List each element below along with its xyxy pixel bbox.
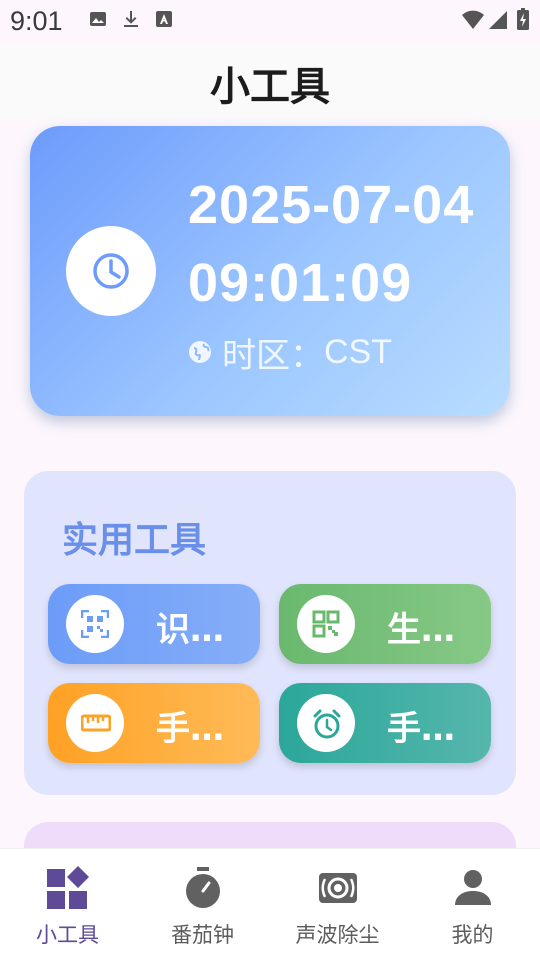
timezone-value: CST xyxy=(324,332,392,371)
tool-label: 识… xyxy=(156,610,224,650)
current-datetime: 2025-07-04 09:01:09 xyxy=(188,175,475,313)
nav-label: 我的 xyxy=(451,923,494,947)
nav-item-speaker-clean[interactable]: 声波除尘 xyxy=(270,849,405,961)
tool-label: 手… xyxy=(156,709,224,749)
clock-badge xyxy=(66,226,156,316)
nav-label: 小工具 xyxy=(36,923,99,947)
page-title: 小工具 xyxy=(210,64,330,110)
tool-label: 手… xyxy=(387,709,455,749)
tool-button-alarm[interactable]: 手… xyxy=(279,683,491,763)
tool-button-scan-qr[interactable]: 识… xyxy=(48,584,260,664)
wifi-icon xyxy=(462,10,484,29)
speaker-icon xyxy=(319,873,357,903)
qr-scan-icon xyxy=(81,610,109,638)
cellular-signal-icon xyxy=(489,11,507,29)
section-title: 实用工具 xyxy=(62,520,207,561)
tool-icon-badge xyxy=(297,694,355,752)
clock-icon xyxy=(93,253,129,289)
status-bar: 9:01 xyxy=(0,0,540,44)
nav-item-tools[interactable]: 小工具 xyxy=(0,849,135,961)
download-icon xyxy=(124,11,138,27)
person-icon xyxy=(455,870,491,905)
time-card: 2025-07-04 09:01:09 时区： CST xyxy=(30,126,510,416)
nav-label: 声波除尘 xyxy=(295,923,380,947)
widgets-icon xyxy=(47,866,89,909)
timezone-label: 时区： xyxy=(222,335,324,376)
nav-item-profile[interactable]: 我的 xyxy=(405,849,540,961)
image-icon xyxy=(90,12,106,26)
status-time: 9:01 xyxy=(10,6,63,36)
nav-label: 番茄钟 xyxy=(171,923,234,947)
battery-icon xyxy=(517,8,529,30)
qr-code-icon xyxy=(312,610,340,638)
tool-button-ruler[interactable]: 手… xyxy=(48,683,260,763)
tool-icon-badge xyxy=(66,595,124,653)
tool-label: 生… xyxy=(387,610,455,650)
text-a-icon xyxy=(156,11,172,27)
bottom-nav: 小工具 番茄钟 声波除尘 我的 xyxy=(0,848,540,961)
nav-item-pomodoro[interactable]: 番茄钟 xyxy=(135,849,270,961)
tool-button-generate-qr[interactable]: 生… xyxy=(279,584,491,664)
alarm-clock-icon xyxy=(313,709,341,739)
timezone-row: 时区： CST xyxy=(188,332,392,376)
stopwatch-icon xyxy=(186,867,220,908)
tools-panel: 实用工具 识… 生… 手… 手… xyxy=(24,471,516,795)
globe-icon xyxy=(189,341,211,363)
app-header: 小工具 xyxy=(0,44,540,120)
tool-icon-badge xyxy=(297,595,355,653)
ruler-icon xyxy=(81,714,111,732)
tool-icon-badge xyxy=(66,694,124,752)
